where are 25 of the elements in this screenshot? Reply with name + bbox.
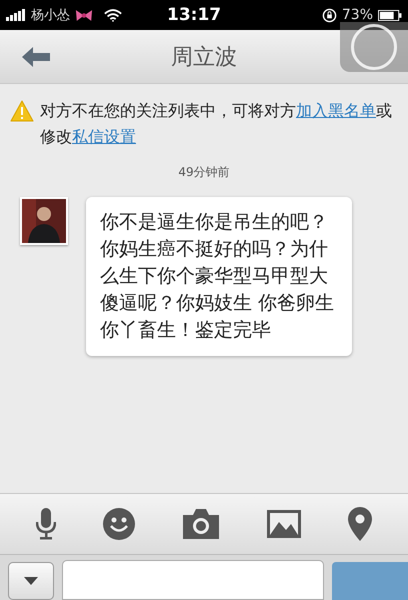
message-timestamp: 49分钟前	[177, 164, 231, 181]
warning-icon	[10, 100, 34, 122]
expand-button[interactable]	[8, 562, 54, 600]
image-icon[interactable]	[266, 510, 301, 538]
smiley-icon[interactable]	[103, 508, 136, 540]
notice-link[interactable]: 加入黑名单	[296, 101, 376, 120]
location-pin-icon[interactable]	[348, 507, 372, 541]
battery-icon	[378, 10, 402, 20]
assistive-touch-button[interactable]	[340, 22, 408, 72]
chat-title: 周立波	[171, 44, 237, 72]
bow-icon	[75, 8, 93, 22]
back-arrow-icon	[22, 46, 50, 66]
camera-icon[interactable]	[182, 509, 219, 539]
message-text: 你不是逼生你是吊生的吧？你妈生癌不挺好的吗？为什么生下你个豪华型马甲型大傻逼呢？你妈妓生 你爸卵生你丫畜生！鉴定完毕	[100, 210, 336, 343]
wifi-icon	[104, 8, 122, 22]
status-time: 13:17	[167, 5, 222, 25]
signal-icon	[6, 9, 26, 21]
rotation-lock-icon	[322, 8, 337, 22]
caret-down-icon	[24, 577, 38, 585]
battery-percent: 73%	[342, 7, 373, 23]
carrier-name: 杨小怂	[31, 7, 70, 24]
notice-link[interactable]: 私信设置	[72, 127, 136, 146]
notice-text: 对方不在您的关注列表中，可将对方加入黑名单或修改私信设置	[40, 100, 393, 148]
microphone-icon[interactable]	[36, 508, 56, 540]
message-input-field[interactable]	[62, 560, 324, 600]
